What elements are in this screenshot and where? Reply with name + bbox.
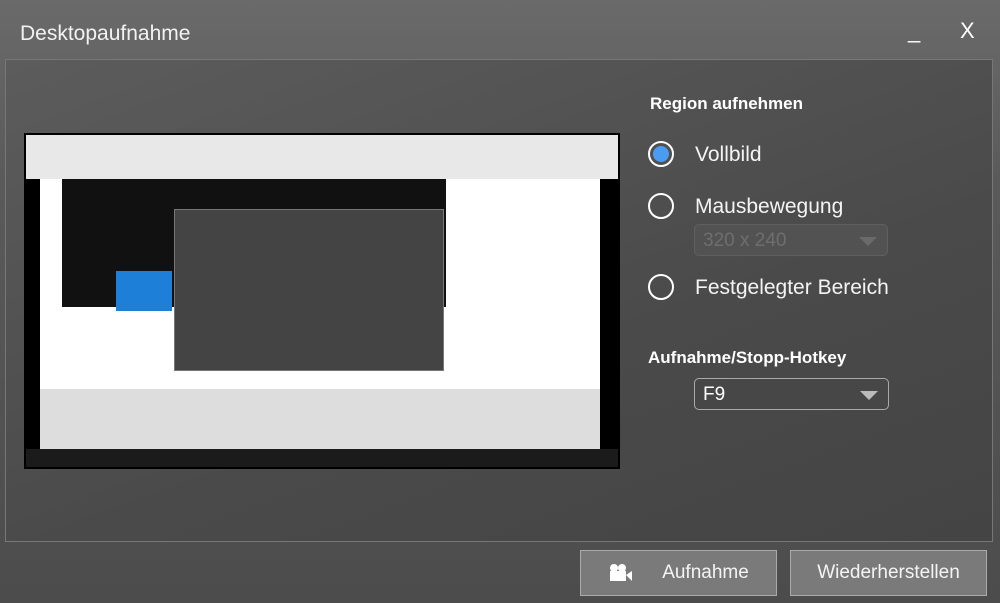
preview-editor-toolbar	[26, 135, 618, 179]
hotkey-heading: Aufnahme/Stopp-Hotkey	[648, 348, 847, 367]
preview-search-panel	[40, 389, 600, 449]
screen-preview	[24, 133, 620, 469]
record-button[interactable]: Aufnahme	[580, 550, 777, 596]
radio-fixed-area[interactable]	[648, 274, 674, 300]
minimize-button[interactable]: _	[908, 18, 920, 44]
radio-mouse[interactable]	[648, 193, 674, 219]
hotkey-value: F9	[703, 384, 726, 405]
radio-fullscreen[interactable]	[648, 141, 674, 167]
size-dropdown: 320 x 240	[694, 224, 888, 256]
record-label: Aufnahme	[662, 562, 749, 583]
radio-fixed-area-label[interactable]: Festgelegter Bereich	[695, 276, 889, 300]
radio-fullscreen-label[interactable]: Vollbild	[695, 143, 762, 167]
window-title: Desktopaufnahme	[20, 22, 191, 45]
preview-blue-block	[116, 271, 172, 311]
chevron-down-icon	[859, 237, 877, 246]
radio-mouse-label[interactable]: Mausbewegung	[695, 195, 843, 219]
chevron-down-icon	[860, 391, 878, 400]
region-heading: Region aufnehmen	[650, 94, 804, 113]
restore-button[interactable]: Wiederherstellen	[790, 550, 987, 596]
close-button[interactable]: X	[960, 18, 975, 44]
video-camera-icon	[610, 564, 633, 581]
preview-taskbar	[26, 449, 618, 467]
preview-dialog	[174, 209, 444, 371]
hotkey-dropdown[interactable]: F9	[694, 378, 889, 410]
size-value: 320 x 240	[703, 230, 787, 251]
